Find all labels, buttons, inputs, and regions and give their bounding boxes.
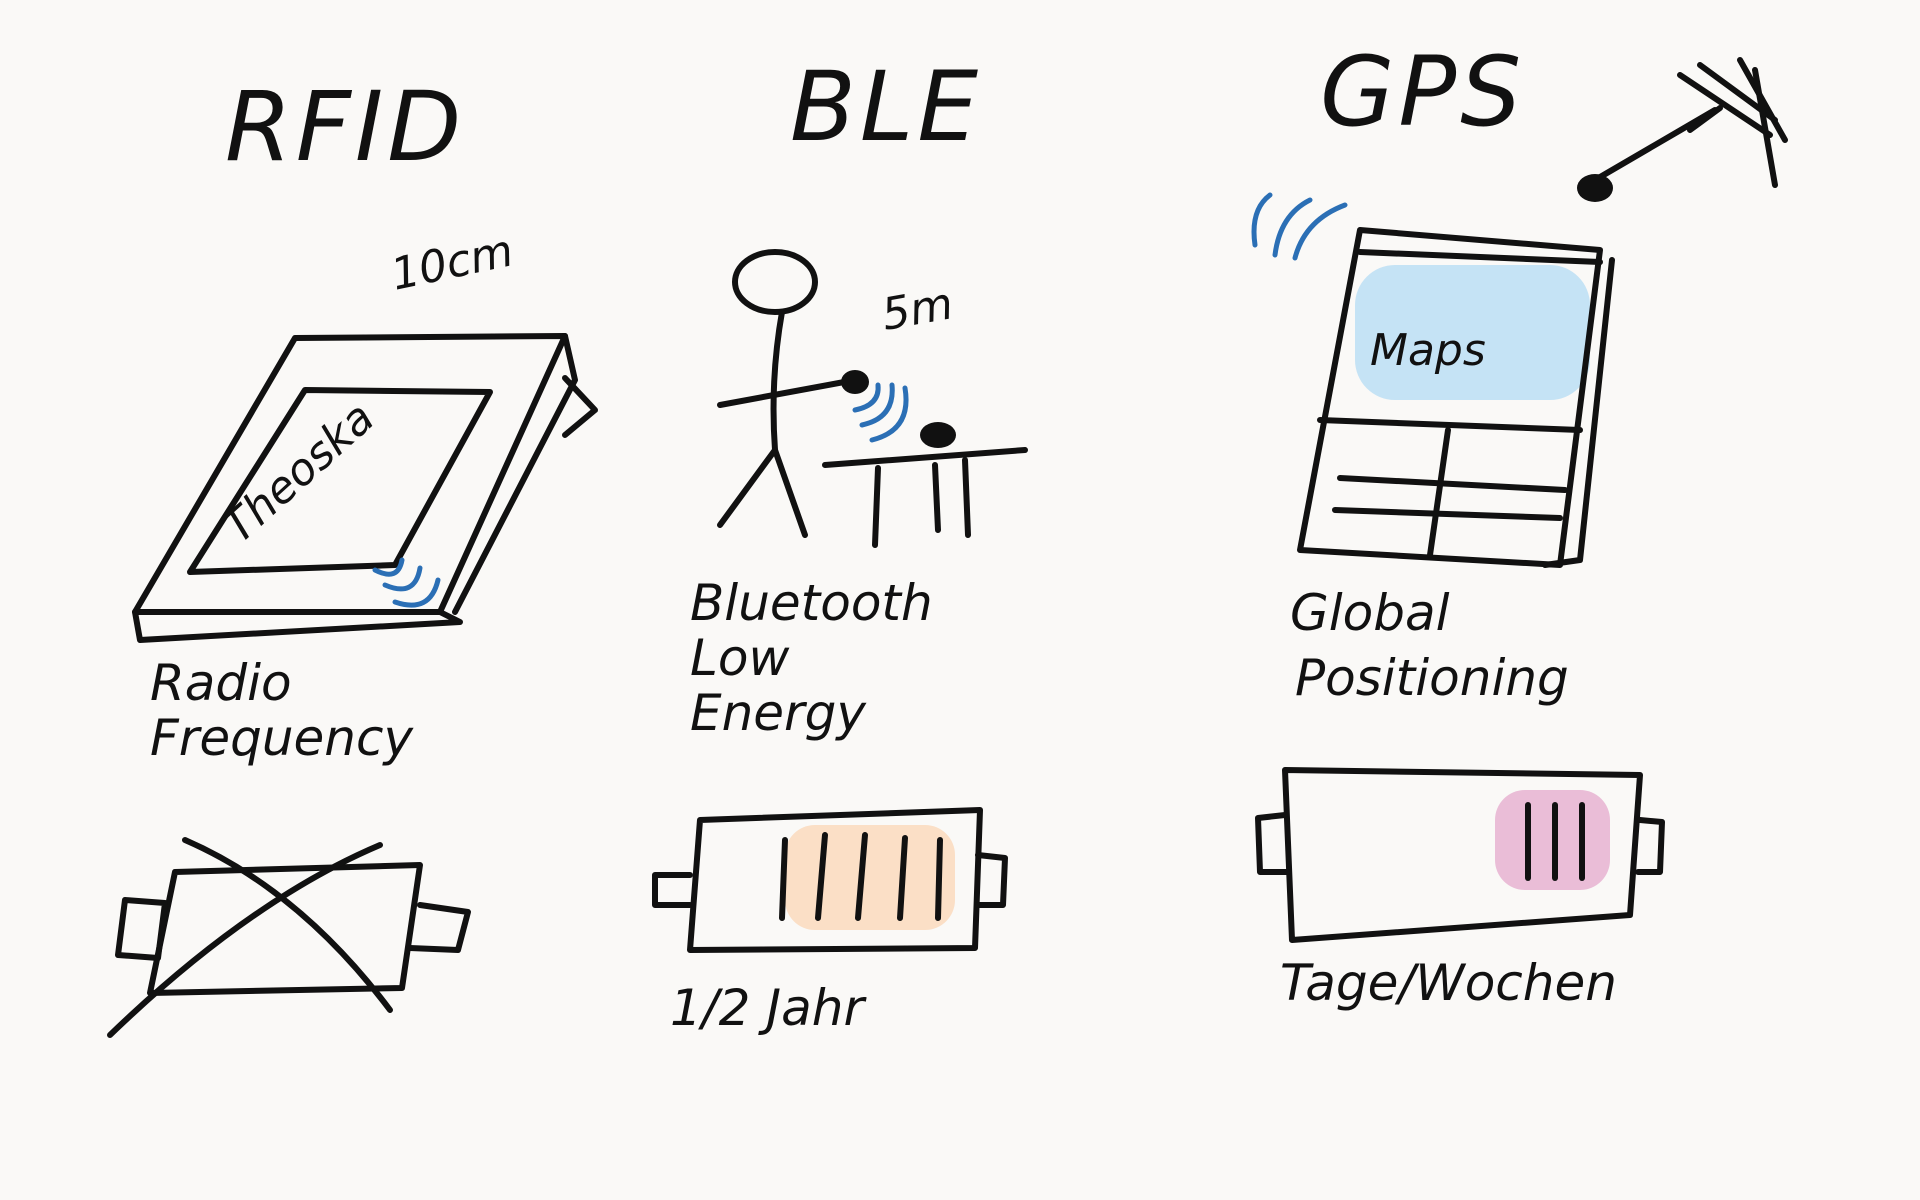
rfid-tablet-icon (132, 333, 598, 643)
ble-title: BLE (790, 51, 982, 163)
stick-figure-icon (717, 249, 869, 538)
ble-battery-icon (652, 807, 1008, 953)
gps-title: GPS (1320, 36, 1525, 148)
rfid-range-label: 10cm (387, 225, 518, 300)
rfid-battery-crossed-icon (107, 837, 471, 1038)
ble-desc-line-3: Energy (690, 684, 867, 742)
rfid-desc-line-1: Radio (150, 654, 292, 712)
diagram-canvas: RFID 10cm Theoska Radio Frequency BLE 5m… (107, 36, 1788, 1038)
rfid-desc-line-2: Frequency (150, 709, 414, 767)
rfid-column: RFID 10cm Theoska Radio Frequency (107, 71, 598, 1038)
ble-range-label: 5m (878, 278, 957, 341)
gps-desc-line-1: Global (1290, 584, 1450, 642)
rfid-title: RFID (225, 71, 465, 183)
gps-column: GPS Maps Global Positioning Tage/Wochen (1251, 36, 1788, 1012)
ble-desc-line-1: Bluetooth (690, 574, 933, 632)
ble-battery-note: 1/2 Jahr (670, 979, 867, 1037)
rfid-device-text: Theoska (213, 392, 384, 553)
phone-icon (1297, 227, 1615, 568)
gps-desc-line-2: Positioning (1295, 649, 1569, 707)
gps-battery-icon (1255, 767, 1665, 943)
gps-battery-note: Tage/Wochen (1280, 954, 1617, 1012)
satellite-icon (1577, 57, 1788, 202)
gps-device-text: Maps (1370, 325, 1486, 376)
ble-signal-icon (852, 382, 909, 443)
gps-signal-icon (1251, 192, 1348, 261)
ble-column: BLE 5m Bluetooth Low Energy 1/2 Jahr (652, 51, 1028, 1037)
table-with-beacon-icon (822, 422, 1028, 548)
ble-desc-line-2: Low (690, 629, 789, 687)
